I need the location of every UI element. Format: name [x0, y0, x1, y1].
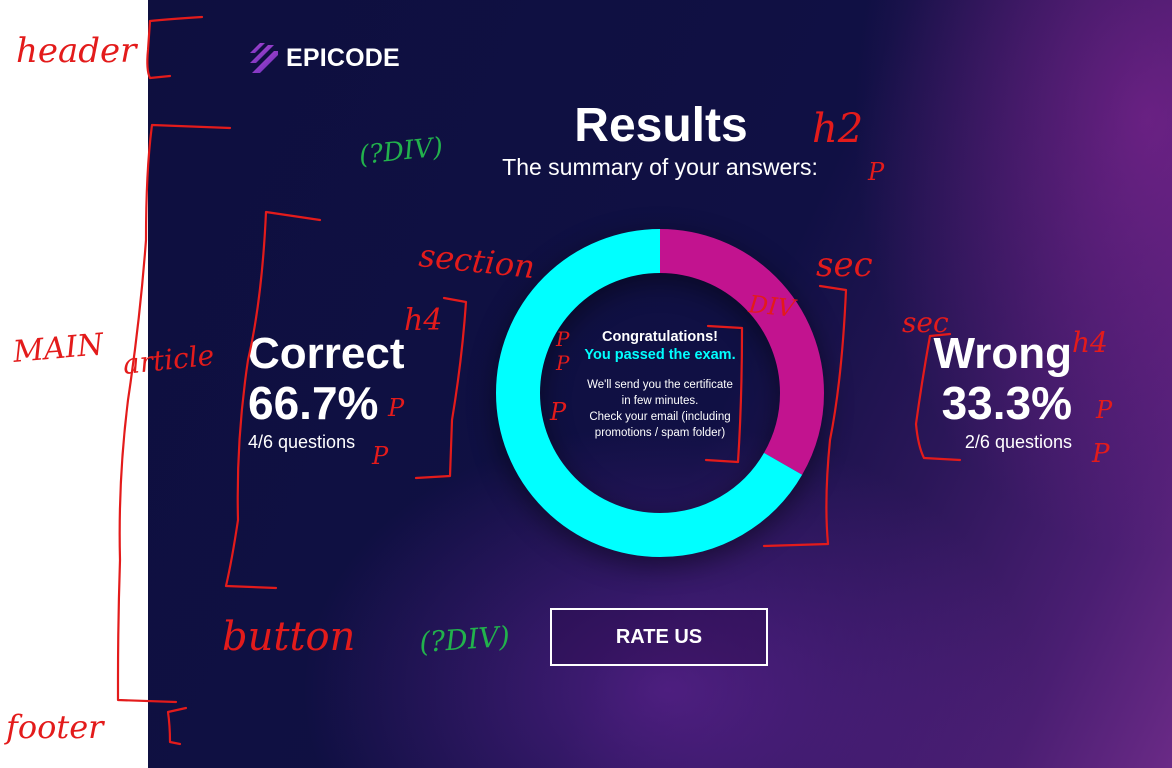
page-title: Results: [148, 98, 1172, 153]
footer-annotation: footer: [4, 708, 105, 746]
correct-label: Correct: [248, 329, 405, 378]
wrong-percent: 33.3%: [941, 377, 1072, 429]
brand-name: EPICODE: [286, 43, 400, 72]
header-annotation: header: [16, 31, 138, 71]
main-annotation: MAIN: [11, 327, 107, 370]
page: EPICODE Results The summary of your answ…: [0, 0, 1172, 768]
epicode-stripes-icon: [250, 43, 278, 73]
page-subtitle: The summary of your answers:: [502, 154, 818, 180]
brand-logo[interactable]: EPICODE: [248, 40, 400, 76]
wrong-count: 2/6 questions: [964, 432, 1072, 452]
rate-us-button[interactable]: RATE US: [550, 608, 768, 666]
donut-center-message: Congratulations! You passed the exam. We…: [546, 329, 774, 441]
wrong-section: Wrong 33.3% 2/6 questions: [934, 328, 1073, 453]
correct-section: Correct 66.7% 4/6 questions: [248, 328, 405, 453]
passed-text: You passed the exam.: [584, 347, 736, 363]
congrats-text: Congratulations!: [602, 329, 718, 345]
results-screen: EPICODE Results The summary of your answ…: [148, 0, 1172, 768]
correct-percent: 66.7%: [248, 377, 379, 429]
page-title-text: Results: [574, 99, 748, 152]
certificate-note: We'll send you the certificate in few mi…: [587, 379, 733, 439]
correct-count: 4/6 questions: [248, 432, 356, 452]
wrong-label: Wrong: [933, 329, 1073, 378]
results-donut-section: Congratulations! You passed the exam. We…: [496, 229, 824, 557]
